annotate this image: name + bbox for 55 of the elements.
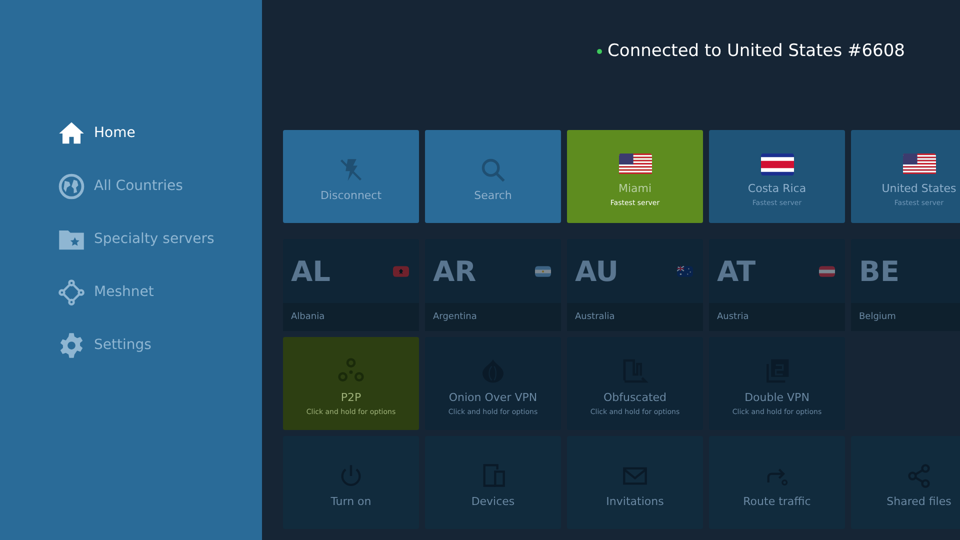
sidebar-item[interactable]: Specialty servers [56, 224, 262, 254]
country-code: AL [291, 254, 331, 288]
tile-label: Miami [618, 182, 652, 194]
flag-icon [535, 266, 551, 276]
sidebar-item[interactable]: All Countries [56, 171, 262, 201]
flag-icon [819, 266, 835, 276]
tile-label: Search [474, 189, 512, 202]
sidebar-item[interactable]: Meshnet [56, 277, 262, 307]
action-tile[interactable]: Search [425, 130, 561, 223]
country-code: AR [433, 254, 476, 288]
tile-label: Devices [471, 495, 515, 508]
country-name: Argentina [425, 303, 561, 331]
tile-label: P2P [340, 391, 362, 404]
country-name: Australia [567, 303, 703, 331]
search-icon [480, 157, 506, 183]
tile-label: Shared files [886, 495, 952, 508]
tile-label: Double VPN [744, 391, 810, 404]
tile-label: Onion Over VPN [448, 391, 538, 404]
country-tile[interactable]: AT Austria [709, 239, 845, 331]
settings-icon [58, 332, 84, 358]
flag-icon [760, 152, 794, 176]
action-tile[interactable]: Disconnect [283, 130, 419, 223]
meshnet-tile[interactable]: Route traffic [709, 436, 845, 529]
tile-label: Costa Rica [748, 182, 806, 194]
tile-label: Disconnect [320, 189, 382, 202]
tile-label: Invitations [606, 495, 664, 508]
flag-icon [677, 266, 693, 276]
network-nodes-icon [58, 278, 84, 306]
country-name: Austria [709, 303, 845, 331]
sidebar-item[interactable]: Home [56, 118, 262, 148]
flag-icon [393, 266, 409, 276]
country-tile[interactable]: BE Belgium [851, 239, 960, 331]
country-tile[interactable]: AR Argentina [425, 239, 561, 331]
country-code: AT [717, 254, 756, 288]
crossed-bolt-icon [338, 157, 364, 183]
meshnet-tile[interactable]: Turn on [283, 436, 419, 529]
tile-label: Turn on [330, 495, 372, 508]
sidebar-item[interactable]: Settings [56, 330, 262, 360]
meshnet-tile[interactable]: Invitations [567, 436, 703, 529]
tile-label: United States [882, 182, 956, 194]
globe-icon [58, 172, 84, 200]
meshnet-tile[interactable]: Devices [425, 436, 561, 529]
tile-label: Obfuscated [603, 391, 667, 404]
flag-icon [618, 152, 652, 176]
meshnet-tile[interactable]: Shared files [851, 436, 960, 529]
home-icon [58, 120, 84, 146]
country-tile[interactable]: AU Australia [567, 239, 703, 331]
country-name: Albania [283, 303, 419, 331]
status-text: Connected to United States #6608 [608, 41, 905, 61]
country-code: AU [575, 254, 619, 288]
country-tile[interactable]: AL Albania [283, 239, 419, 331]
flag-icon [902, 152, 936, 176]
country-code: BE [859, 254, 900, 288]
tile-label: Route traffic [743, 495, 811, 508]
country-name: Belgium [851, 303, 960, 331]
